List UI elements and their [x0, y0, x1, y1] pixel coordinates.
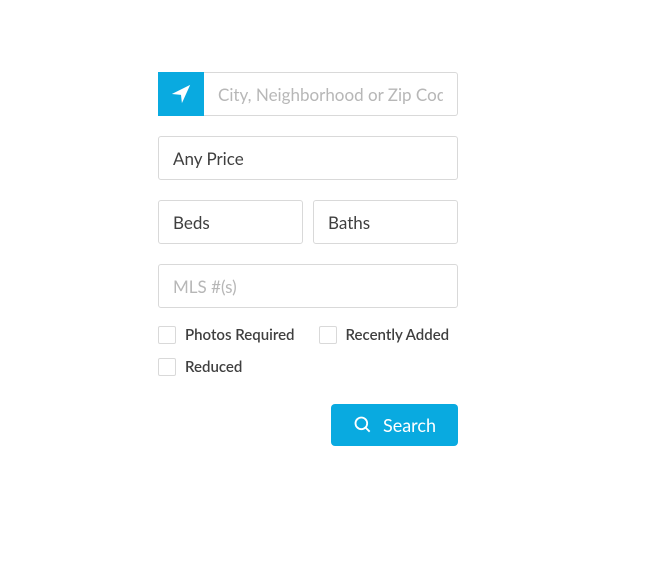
location-icon-box[interactable] — [158, 72, 204, 116]
reduced-label: Reduced — [185, 358, 242, 376]
mls-input[interactable] — [158, 264, 458, 308]
price-row: Any Price — [158, 136, 458, 180]
checkbox-box-icon — [158, 358, 176, 376]
search-button[interactable]: Search — [331, 404, 458, 446]
search-button-label: Search — [383, 414, 436, 436]
search-icon — [353, 415, 373, 435]
recently-added-label: Recently Added — [346, 326, 450, 344]
price-select-label: Any Price — [173, 148, 244, 169]
baths-select[interactable]: Baths — [313, 200, 458, 244]
baths-select-label: Baths — [328, 212, 370, 233]
navigation-arrow-icon — [170, 83, 192, 105]
beds-select[interactable]: Beds — [158, 200, 303, 244]
reduced-checkbox[interactable]: Reduced — [158, 358, 242, 376]
price-select[interactable]: Any Price — [158, 136, 458, 180]
search-form: Any Price Beds Baths Photos Required Rec… — [158, 72, 458, 446]
photos-required-checkbox[interactable]: Photos Required — [158, 326, 295, 344]
checkbox-box-icon — [319, 326, 337, 344]
filter-checkbox-group: Photos Required Recently Added Reduced — [158, 322, 458, 376]
photos-required-label: Photos Required — [185, 326, 295, 344]
mls-row — [158, 264, 458, 308]
button-row: Search — [158, 404, 458, 446]
checkbox-box-icon — [158, 326, 176, 344]
location-row — [158, 72, 458, 116]
recently-added-checkbox[interactable]: Recently Added — [319, 326, 450, 344]
beds-select-label: Beds — [173, 212, 210, 233]
location-input[interactable] — [204, 72, 458, 116]
beds-baths-row: Beds Baths — [158, 200, 458, 244]
